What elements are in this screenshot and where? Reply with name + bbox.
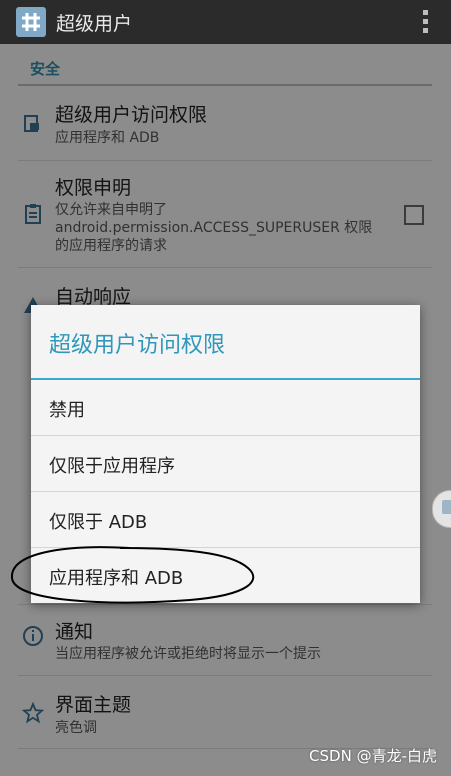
superuser-app-icon[interactable]	[16, 7, 46, 37]
option-apps-only[interactable]: 仅限于应用程序	[31, 436, 420, 491]
overflow-menu-icon[interactable]	[423, 10, 429, 37]
option-label: 禁用	[49, 400, 85, 421]
watermark: CSDN @青龙-白虎	[309, 747, 437, 765]
option-label: 仅限于应用程序	[49, 456, 175, 477]
dialog-title: 超级用户访问权限	[49, 333, 226, 358]
option-disabled[interactable]: 禁用	[31, 380, 420, 435]
cube-icon	[442, 500, 451, 514]
option-label: 仅限于 ADB	[49, 512, 148, 533]
app-title: 超级用户	[56, 12, 133, 35]
option-adb-only[interactable]: 仅限于 ADB	[31, 492, 420, 547]
action-bar: 超级用户	[0, 0, 451, 44]
annotation-circle	[10, 546, 255, 604]
hash-icon	[22, 13, 40, 31]
